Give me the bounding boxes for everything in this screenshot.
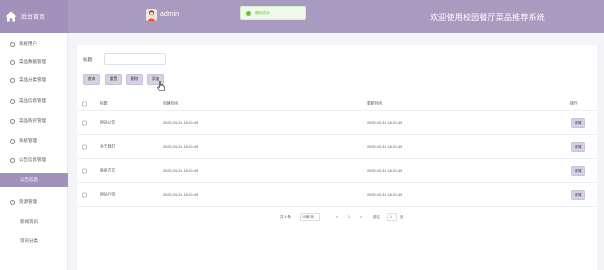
menu-icon	[10, 118, 15, 124]
row-created: 2025-03-31 18:21:49	[163, 169, 199, 173]
row-updated: 2025-03-31 18:21:49	[367, 193, 403, 197]
goto-label: 前往	[373, 215, 380, 219]
row-updated: 2025-03-31 18:21:49	[367, 145, 403, 149]
home-icon	[5, 11, 17, 22]
hand-cursor-icon	[157, 81, 165, 91]
table-row: 网站介绍 2025-03-31 18:21:49 2025-03-31 18:2…	[77, 184, 597, 207]
row-updated: 2025-03-31 18:21:49	[367, 121, 403, 125]
row-title: 联系方式	[100, 168, 116, 173]
sidebar-item-dish-category[interactable]: 菜品分类管理	[0, 73, 68, 87]
sidebar-item-notice-admin[interactable]: 公告信息管理	[0, 153, 68, 167]
detail-button[interactable]: 详情	[571, 118, 585, 128]
sidebar: 系统用户 菜品数据管理 菜品分类管理 菜品信息管理 菜品购买管理 系统管理 公告…	[0, 33, 68, 270]
row-updated: 2025-03-31 18:21:49	[367, 169, 403, 173]
delete-button[interactable]: 删除	[126, 74, 143, 85]
prev-page-button[interactable]: <	[336, 215, 338, 219]
sidebar-item-label: 菜品购买管理	[19, 118, 46, 123]
sidebar-item-news[interactable]: 新闻资讯	[0, 215, 68, 229]
table-row: 网站公告 2025-03-31 18:21:49 2025-03-31 18:2…	[77, 112, 597, 135]
row-created: 2025-03-31 18:21:49	[163, 193, 199, 197]
row-checkbox[interactable]	[82, 192, 87, 198]
avatar[interactable]	[146, 9, 157, 21]
admin-name[interactable]: admin	[160, 11, 179, 18]
column-updated[interactable]: 更新时间	[367, 102, 382, 107]
sidebar-item-notice[interactable]: 公告信息	[0, 173, 68, 187]
sidebar-item-label: 系统用户	[19, 41, 37, 46]
star-icon	[10, 41, 15, 47]
row-title: 网站公告	[100, 120, 116, 125]
page-size-select[interactable]: 10条/页	[302, 215, 314, 220]
sidebar-item-label: 新闻资讯	[20, 219, 38, 224]
sidebar-item-label: 菜品信息管理	[19, 98, 46, 103]
sidebar-item-resources[interactable]: 资源管理	[0, 195, 68, 209]
select-all-checkbox[interactable]	[82, 101, 87, 107]
sidebar-item-label: 系统管理	[19, 138, 37, 143]
reset-button[interactable]: 重置	[105, 74, 122, 85]
sidebar-item-dish-purchase[interactable]: 菜品购买管理	[0, 114, 68, 128]
sidebar-item-label: 菜品分类管理	[19, 77, 46, 82]
column-action: 操作	[570, 101, 578, 106]
page-suffix: 页	[400, 215, 404, 219]
detail-button[interactable]: 详情	[571, 190, 585, 200]
home-label: 后台首页	[21, 15, 46, 21]
menu-icon	[10, 199, 15, 205]
row-checkbox[interactable]	[82, 144, 87, 150]
menu-icon	[10, 157, 15, 163]
row-checkbox[interactable]	[82, 120, 87, 126]
success-check-icon	[246, 10, 251, 16]
column-created[interactable]: 创建时间	[163, 102, 178, 107]
row-title: 网站介绍	[100, 192, 116, 197]
sidebar-item-label: 资讯分类	[20, 238, 38, 243]
sidebar-item-label: 公告信息	[20, 177, 38, 182]
sidebar-item-label: 资源管理	[19, 199, 37, 204]
menu-icon	[10, 77, 15, 83]
search-button[interactable]: 查询	[83, 74, 100, 85]
row-title: 关于我们	[100, 144, 116, 149]
table-header: 标题 创建时间 更新时间 操作	[77, 98, 597, 111]
row-created: 2025-03-31 18:21:49	[163, 121, 199, 125]
top-header: 后台首页 admin 删除成功! 欢迎使用校园餐厅菜品推荐系统	[0, 0, 604, 33]
next-page-button[interactable]: >	[360, 215, 362, 219]
menu-icon	[10, 59, 15, 65]
column-title[interactable]: 标题	[100, 102, 108, 107]
detail-button[interactable]: 详情	[571, 166, 585, 176]
row-checkbox[interactable]	[82, 168, 87, 174]
table-row: 联系方式 2025-03-31 18:21:49 2025-03-31 18:2…	[77, 160, 597, 183]
sidebar-item-system-admin[interactable]: 系统管理	[0, 134, 68, 148]
detail-button[interactable]: 详情	[571, 142, 585, 152]
main-panel: 标题: 查询 重置 删除 添加 标题 创建时间 更新时间 操作 网站公告 202…	[77, 45, 597, 270]
title-filter-input[interactable]	[104, 53, 166, 65]
success-toast: 删除成功!	[240, 6, 306, 20]
sidebar-item-news-category[interactable]: 资讯分类	[0, 234, 68, 248]
sidebar-item-system-users[interactable]: 系统用户	[0, 37, 68, 51]
home-link[interactable]: 后台首页	[0, 0, 68, 33]
row-created: 2025-03-31 18:21:49	[163, 145, 199, 149]
toast-message: 删除成功!	[255, 10, 270, 15]
site-title: 欢迎使用校园餐厅菜品推荐系统	[430, 13, 545, 22]
table-row: 关于我们 2025-03-31 18:21:49 2025-03-31 18:2…	[77, 136, 597, 159]
sidebar-item-label: 菜品数据管理	[19, 59, 46, 64]
sidebar-item-dish-info[interactable]: 菜品信息管理	[0, 94, 68, 108]
current-page[interactable]: 1	[348, 215, 350, 219]
pagination: 共 4 条 10条/页 < 1 > 前往 1 页	[77, 213, 597, 223]
sidebar-item-dish-data[interactable]: 菜品数据管理	[0, 55, 68, 69]
total-count: 共 4 条	[280, 215, 291, 219]
sidebar-item-label: 公告信息管理	[19, 157, 46, 162]
title-filter-label: 标题:	[83, 57, 94, 62]
goto-page-input[interactable]: 1	[390, 215, 392, 219]
menu-icon	[10, 98, 15, 104]
settings-icon	[10, 138, 15, 144]
